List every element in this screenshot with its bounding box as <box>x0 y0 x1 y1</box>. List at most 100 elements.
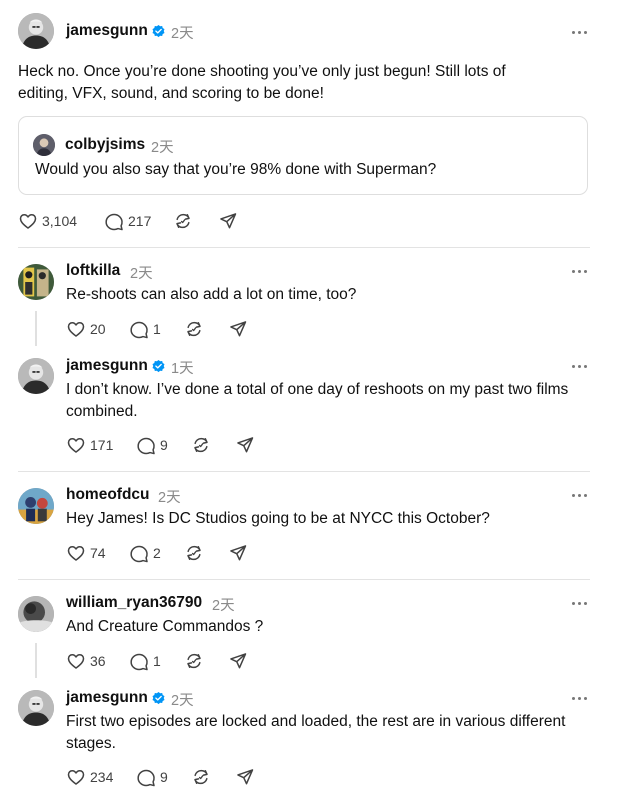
more-icon[interactable] <box>572 363 588 369</box>
repost-button[interactable] <box>191 435 211 455</box>
like-count: 3,104 <box>42 213 78 229</box>
quoted-avatar[interactable] <box>33 134 55 156</box>
more-icon[interactable] <box>572 492 588 498</box>
repost-button[interactable] <box>191 767 211 787</box>
comment-username[interactable]: homeofdcu <box>66 486 150 504</box>
avatar[interactable] <box>18 488 54 524</box>
share-button[interactable] <box>235 767 255 787</box>
post-text: Heck no. Once you’re done shooting you’v… <box>18 63 506 102</box>
quoted-time[interactable]: 2天 <box>151 136 174 157</box>
share-button[interactable] <box>228 319 248 339</box>
share-icon <box>235 767 255 787</box>
avatar[interactable] <box>18 596 54 632</box>
comment-icon <box>129 319 149 339</box>
verified-badge-icon <box>151 691 166 706</box>
repost-button[interactable] <box>184 543 204 563</box>
heart-icon <box>66 319 86 339</box>
share-icon <box>228 651 248 671</box>
comment-icon <box>104 211 124 231</box>
share-button[interactable] <box>228 651 248 671</box>
post-username[interactable]: jamesgunn <box>66 22 148 40</box>
heart-icon <box>66 543 86 563</box>
comment-icon <box>129 651 149 671</box>
comment-time[interactable]: 2天 <box>158 486 181 507</box>
reply-count: 2 <box>153 545 161 561</box>
reply-count: 9 <box>160 769 168 785</box>
verified-badge-icon <box>151 359 166 374</box>
share-icon <box>228 543 248 563</box>
comment-time[interactable]: 2天 <box>212 594 235 615</box>
comment-username[interactable]: jamesgunn <box>66 689 148 707</box>
reply-button[interactable]: 1 <box>129 651 161 671</box>
share-button[interactable] <box>228 543 248 563</box>
avatar[interactable] <box>18 690 54 726</box>
reply-count: 217 <box>128 213 152 229</box>
repost-icon <box>184 543 204 563</box>
heart-icon <box>66 651 86 671</box>
repost-button[interactable] <box>173 211 193 231</box>
share-button[interactable] <box>218 211 238 231</box>
more-icon[interactable] <box>572 29 588 35</box>
repost-button[interactable] <box>184 651 204 671</box>
reply-button[interactable]: 2 <box>129 543 161 563</box>
like-count: 234 <box>90 769 114 785</box>
repost-button[interactable] <box>184 319 204 339</box>
like-button[interactable]: 20 <box>66 319 106 339</box>
share-icon <box>228 319 248 339</box>
quoted-text: Would you also say that you’re 98% done … <box>35 161 437 178</box>
thread-line <box>35 643 37 678</box>
share-icon <box>218 211 238 231</box>
like-count: 171 <box>90 437 114 453</box>
reply-count: 1 <box>153 321 161 337</box>
more-icon[interactable] <box>572 695 588 701</box>
repost-icon <box>191 435 211 455</box>
avatar[interactable] <box>18 358 54 394</box>
like-button[interactable]: 234 <box>66 767 113 787</box>
reply-button[interactable]: 217 <box>104 211 151 231</box>
reply-button[interactable]: 1 <box>129 319 161 339</box>
like-button[interactable]: 74 <box>66 543 106 563</box>
more-icon[interactable] <box>572 268 588 274</box>
divider <box>18 579 590 580</box>
repost-icon <box>191 767 211 787</box>
divider <box>18 247 590 248</box>
repost-icon <box>184 651 204 671</box>
comment-icon <box>129 543 149 563</box>
comment-text: I don’t know. I’ve done a total of one d… <box>66 381 569 420</box>
comment-username[interactable]: william_ryan36790 <box>66 594 202 612</box>
avatar[interactable] <box>18 264 54 300</box>
comment-username[interactable]: loftkilla <box>66 262 120 280</box>
repost-icon <box>184 319 204 339</box>
heart-icon <box>18 211 38 231</box>
quoted-post[interactable]: colbyjsims 2天 Would you also say that yo… <box>18 116 588 195</box>
quoted-username[interactable]: colbyjsims <box>65 136 145 154</box>
author-avatar[interactable] <box>18 13 54 49</box>
comment-text: Re-shoots can also add a lot on time, to… <box>66 286 357 303</box>
comment-icon <box>136 435 156 455</box>
like-button[interactable]: 3,104 <box>18 211 77 231</box>
repost-icon <box>173 211 193 231</box>
thread-line <box>35 311 37 346</box>
like-button[interactable]: 171 <box>66 435 113 455</box>
share-button[interactable] <box>235 435 255 455</box>
verified-badge-icon <box>151 24 166 39</box>
share-icon <box>235 435 255 455</box>
like-count: 36 <box>90 653 106 669</box>
comment-icon <box>136 767 156 787</box>
comment-time[interactable]: 2天 <box>171 689 194 710</box>
heart-icon <box>66 435 86 455</box>
comment-text: Hey James! Is DC Studios going to be at … <box>66 510 490 527</box>
comment-text: And Creature Commandos ? <box>66 618 264 635</box>
heart-icon <box>66 767 86 787</box>
comment-time[interactable]: 1天 <box>171 357 194 378</box>
like-button[interactable]: 36 <box>66 651 106 671</box>
reply-button[interactable]: 9 <box>136 435 168 455</box>
more-icon[interactable] <box>572 600 588 606</box>
post-time[interactable]: 2天 <box>171 22 194 43</box>
reply-count: 9 <box>160 437 168 453</box>
reply-count: 1 <box>153 653 161 669</box>
comment-username[interactable]: jamesgunn <box>66 357 148 375</box>
reply-button[interactable]: 9 <box>136 767 168 787</box>
like-count: 74 <box>90 545 106 561</box>
comment-time[interactable]: 2天 <box>130 262 153 283</box>
